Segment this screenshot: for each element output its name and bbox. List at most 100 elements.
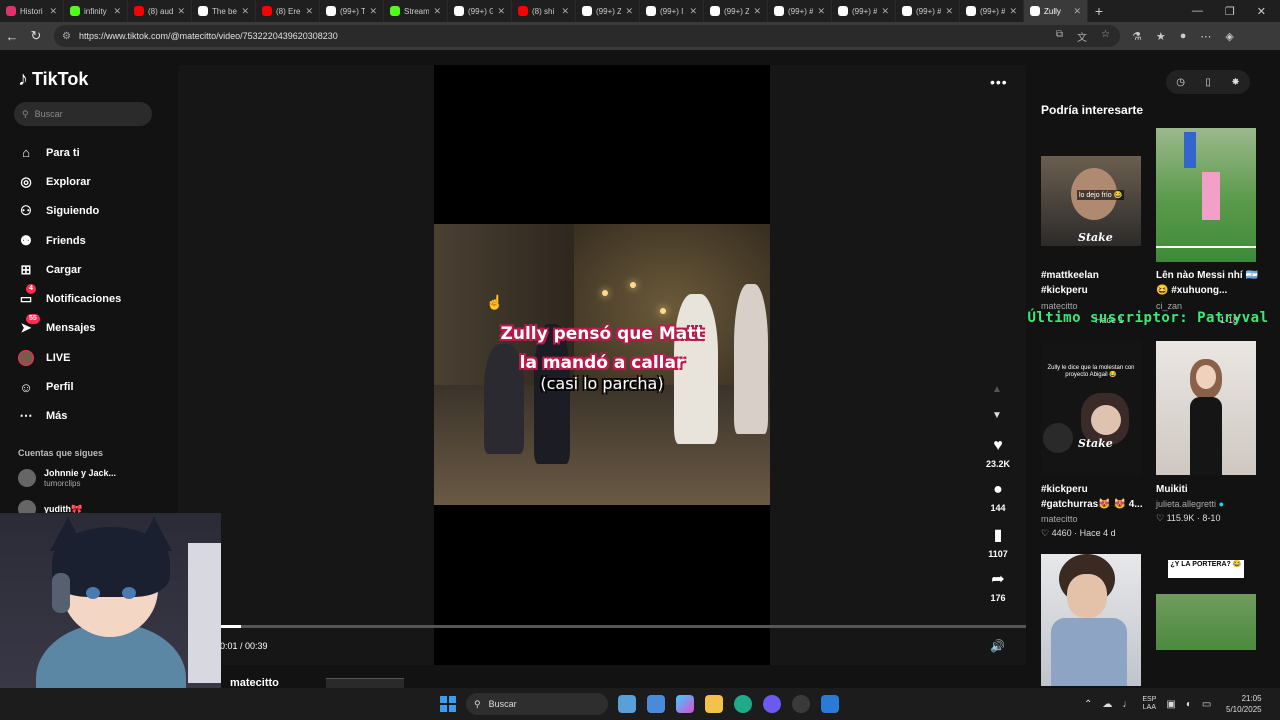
video-progress-bar[interactable] — [220, 625, 1026, 628]
close-tab-icon[interactable]: ✕ — [625, 6, 633, 17]
browser-tab[interactable]: Histori ✕ — [0, 0, 64, 22]
browser-tab[interactable]: Zully ✕ — [1024, 0, 1088, 22]
suggestion-title[interactable]: Lên nào Messi nhí 🇦🇷 😆 #xuhuong... — [1156, 268, 1260, 298]
close-tab-icon[interactable]: ✕ — [369, 6, 377, 17]
copilot-icon[interactable]: ◈ — [1225, 30, 1233, 43]
sidebar-item-siguiendo[interactable]: ⚇ Siguiendo — [18, 197, 121, 226]
sidebar-item-notificaciones[interactable]: ▭ 4 Notificaciones — [18, 284, 121, 313]
battery-icon[interactable]: ▭ — [1202, 699, 1211, 710]
suggestion-thumbnail[interactable] — [1041, 554, 1141, 686]
close-tab-icon[interactable]: ✕ — [1009, 6, 1017, 17]
suggestion-user[interactable]: matecitto — [1041, 514, 1078, 524]
close-tab-icon[interactable]: ✕ — [177, 6, 185, 17]
back-icon[interactable]: ← — [0, 29, 24, 44]
store-icon[interactable] — [647, 695, 665, 713]
close-tab-icon[interactable]: ✕ — [241, 6, 249, 17]
suggestion-title[interactable]: #mattkeelan #kickperu — [1041, 268, 1145, 298]
save-button[interactable]: ▮ 1107 — [980, 525, 1016, 559]
minimize-icon[interactable]: — — [1192, 5, 1203, 18]
close-tab-icon[interactable]: ✕ — [113, 6, 121, 17]
suggestion-thumbnail[interactable]: ¿Y LA PORTERA? 😂 — [1156, 554, 1256, 650]
browser-tab[interactable]: (8) aud ✕ — [128, 0, 192, 22]
comment-button[interactable]: ● 144 — [980, 481, 1016, 513]
browser-tab[interactable]: (99+) # ✕ — [896, 0, 960, 22]
browser-tab[interactable]: (99+) G ✕ — [448, 0, 512, 22]
suggestion-user[interactable]: julieta.allegretti ● — [1156, 499, 1224, 509]
share-button[interactable]: ➦ 176 — [980, 569, 1016, 603]
close-tab-icon[interactable]: ✕ — [49, 6, 57, 17]
close-tab-icon[interactable]: ✕ — [305, 6, 313, 17]
close-tab-icon[interactable]: ✕ — [433, 6, 441, 17]
browser-tab[interactable]: (99+) # ✕ — [960, 0, 1024, 22]
suggestion-title[interactable]: #kickperu #gatchurras😻 😻 4... — [1041, 482, 1145, 512]
close-tab-icon[interactable]: ✕ — [497, 6, 505, 17]
browser-tab[interactable]: (8) shi ✕ — [512, 0, 576, 22]
discord-icon[interactable] — [763, 695, 781, 713]
suggestion-thumbnail[interactable] — [1156, 341, 1256, 475]
volume-icon[interactable]: 🔊 — [990, 639, 1005, 653]
browser-tab[interactable]: (99+) Z ✕ — [576, 0, 640, 22]
browser-tab[interactable]: infinity ✕ — [64, 0, 128, 22]
sidebar-item-cargar[interactable]: ⊞ Cargar — [18, 255, 121, 284]
like-button[interactable]: ♥ 23.2K — [980, 437, 1016, 469]
windows-start-icon[interactable] — [440, 696, 456, 712]
browser-tab[interactable]: Stream ✕ — [384, 0, 448, 22]
close-tab-icon[interactable]: ✕ — [561, 6, 569, 17]
game-icon[interactable]: ◷ — [1176, 77, 1185, 88]
profile-avatar-icon[interactable]: ● — [1180, 30, 1187, 43]
address-bar[interactable]: ⚙ https://www.tiktok.com/@matecitto/vide… — [54, 25, 1120, 47]
sidebar-item-más[interactable]: ⋯ Más — [18, 402, 121, 431]
more-options-icon[interactable]: ••• — [990, 74, 1008, 90]
sidebar-item-perfil[interactable]: ☺ Perfil — [18, 372, 121, 401]
open-app-icon[interactable]: ⧉ — [1056, 29, 1063, 44]
browser-tab[interactable]: (99+) I ✕ — [640, 0, 704, 22]
following-account[interactable]: Johnnie y Jack... tumorclips — [18, 468, 116, 488]
close-tab-icon[interactable]: ✕ — [817, 6, 825, 17]
site-info-icon[interactable]: ⚙ — [62, 31, 71, 42]
browser-tab[interactable]: (8) Ere ✕ — [256, 0, 320, 22]
close-window-icon[interactable]: ✕ — [1257, 5, 1266, 18]
browser-tab[interactable]: (99+) T ✕ — [320, 0, 384, 22]
sidebar-item-friends[interactable]: ⚉ Friends — [18, 226, 121, 255]
suggestion-thumbnail[interactable]: Zully le dice que la molestan con proyec… — [1041, 341, 1141, 475]
follow-button[interactable] — [326, 678, 404, 688]
edge-icon[interactable] — [734, 695, 752, 713]
device-icon[interactable]: ▯ — [1205, 77, 1211, 88]
favorites-icon[interactable]: ★ — [1156, 30, 1166, 43]
photos-icon[interactable] — [821, 695, 839, 713]
close-tab-icon[interactable]: ✕ — [881, 6, 889, 17]
sidebar-item-explorar[interactable]: ◎ Explorar — [18, 167, 121, 196]
translate-icon[interactable]: 文 — [1077, 29, 1087, 44]
close-tab-icon[interactable]: ✕ — [689, 6, 697, 17]
sidebar-item-mensajes[interactable]: ➤ 55 Mensajes — [18, 313, 121, 343]
browser-tab[interactable]: (99+) # ✕ — [832, 0, 896, 22]
volume-icon[interactable]: ◐ — [1186, 699, 1192, 710]
sidebar-item-para-ti[interactable]: ⌂ Para ti — [18, 138, 121, 167]
next-video-icon[interactable]: ▼ — [992, 410, 1002, 421]
onedrive-icon[interactable]: ☁ — [1102, 699, 1112, 710]
browser-tab[interactable]: The be ✕ — [192, 0, 256, 22]
file-explorer-icon[interactable] — [705, 695, 723, 713]
close-tab-icon[interactable]: ✕ — [945, 6, 953, 17]
menu-icon[interactable]: ⋯ — [1200, 30, 1211, 43]
copilot-app-icon[interactable] — [676, 695, 694, 713]
reload-icon[interactable]: ↻ — [24, 28, 48, 44]
suggestion-thumbnail[interactable] — [1156, 128, 1256, 262]
browser-tab[interactable]: (99+) Z ✕ — [704, 0, 768, 22]
browser-tab[interactable]: (99+) # ✕ — [768, 0, 832, 22]
new-tab-icon[interactable]: + — [1088, 3, 1110, 19]
close-tab-icon[interactable]: ✕ — [1073, 6, 1081, 17]
task-view-icon[interactable] — [618, 695, 636, 713]
network-icon[interactable]: ▣ — [1166, 699, 1175, 710]
close-tab-icon[interactable]: ✕ — [753, 6, 761, 17]
profile-icon[interactable]: ✸ — [1231, 77, 1239, 88]
maximize-icon[interactable]: ❐ — [1225, 5, 1235, 18]
taskbar-search[interactable]: ⚲ Buscar — [466, 693, 608, 715]
extensions-icon[interactable]: ⚗ — [1132, 30, 1142, 43]
sidebar-item-live[interactable]: LIVE — [18, 343, 121, 372]
suggestion-title[interactable]: Muikiti — [1156, 482, 1260, 497]
previous-video-icon[interactable]: ▲ — [992, 384, 1002, 395]
clock[interactable]: 21:05 5/10/2025 — [1226, 693, 1262, 715]
obs-icon[interactable] — [792, 695, 810, 713]
bookmark-star-icon[interactable]: ☆ — [1101, 29, 1110, 44]
